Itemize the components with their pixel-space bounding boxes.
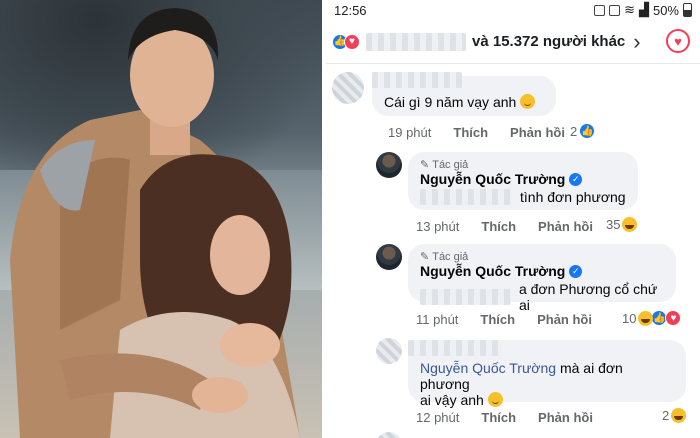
haha-reaction-icon xyxy=(638,310,654,326)
reaction-count[interactable]: 10 👍 ♥ xyxy=(622,310,682,326)
comment-actions: 13 phút Thích Phản hồi xyxy=(416,219,593,234)
comment-time: 11 phút xyxy=(416,312,459,327)
comment-text-line-2: ai vậy anh xyxy=(420,392,484,408)
comment-text: Cái gì 9 năm vạy anh xyxy=(384,94,517,110)
like-link[interactable]: Thích xyxy=(480,312,515,327)
phone-status-bar: 12:56 ≋ ▟ 50% xyxy=(326,0,700,20)
blurred-commenter-name xyxy=(372,72,462,88)
status-icons: ≋ ▟ 50% xyxy=(594,2,692,18)
mention-link[interactable]: Nguyễn Quốc Trường xyxy=(420,360,556,376)
reply-link[interactable]: Phản hồi xyxy=(538,410,593,425)
reaction-count[interactable]: 2 👍 xyxy=(570,123,596,139)
reaction-count-number: 2 xyxy=(662,408,670,423)
wifi-icon: ≋ xyxy=(624,2,635,17)
reply-bubble: ✎ Tác giả Nguyễn Quốc Trường ✓ a đơn Phươn… xyxy=(408,244,676,313)
status-time: 12:56 xyxy=(334,2,367,18)
reply-bubble: Nguyễn Quốc Trường mà ai đơn phương ai v… xyxy=(408,340,686,408)
author-name-text: Nguyễn Quốc Trường xyxy=(420,263,566,279)
pencil-icon: ✎ xyxy=(420,251,430,263)
comment-time: 12 phút xyxy=(416,410,460,425)
haha-reaction-icon xyxy=(671,408,687,423)
comment-actions: 11 phút Thích Phản hồi xyxy=(416,312,592,327)
smile-emoji-icon xyxy=(520,94,536,109)
avatar[interactable] xyxy=(376,338,402,364)
like-link[interactable]: Thích xyxy=(481,410,516,425)
reaction-count[interactable]: 35 xyxy=(606,217,638,232)
like-link[interactable]: Thích xyxy=(481,219,516,234)
love-button[interactable]: ♥ xyxy=(666,29,690,53)
battery-icon xyxy=(683,3,692,17)
love-reaction-icon: ♥ xyxy=(344,33,360,50)
reply-link[interactable]: Phản hồi xyxy=(537,312,592,327)
haha-reaction-icon xyxy=(622,217,638,232)
like-link[interactable]: Thích xyxy=(453,125,488,140)
author-tag: ✎ Tác giả xyxy=(420,158,626,172)
reply-link[interactable]: Phản hồi xyxy=(538,219,593,234)
avatar[interactable] xyxy=(332,72,364,104)
like-reaction-icon: 👍 xyxy=(579,123,596,139)
author-avatar[interactable] xyxy=(376,244,402,270)
author-avatar[interactable] xyxy=(376,152,402,178)
reaction-count-number: 10 xyxy=(622,310,637,326)
blurred-commenter-name xyxy=(408,340,502,356)
comment-actions: 19 phút Thích Phản hồi xyxy=(388,125,565,140)
notification-icon-2 xyxy=(609,4,621,16)
comment-bubble: Cái gì 9 năm vạy anh xyxy=(372,72,556,116)
author-name-text: Nguyễn Quốc Trường xyxy=(420,171,566,187)
love-reaction-icon: ♥ xyxy=(665,310,682,326)
blurred-mention xyxy=(420,289,511,305)
smile-emoji-icon xyxy=(487,392,503,407)
reply-text: tình đơn phương xyxy=(520,189,626,205)
reply-bubble: ✎ Tác giả Nguyễn Quốc Trường ✓ tình đơn ph… xyxy=(408,152,638,210)
couple-photo xyxy=(0,0,322,438)
signal-icon: ▟ xyxy=(638,2,649,17)
author-tag-label: Tác giả xyxy=(432,158,469,171)
reaction-count-number: 35 xyxy=(606,217,621,232)
chevron-right-icon[interactable]: › xyxy=(633,29,640,55)
author-name[interactable]: Nguyễn Quốc Trường ✓ xyxy=(420,263,664,279)
reactions-others-text: và 15.372 người khác xyxy=(472,33,626,50)
verified-badge-icon: ✓ xyxy=(569,172,583,186)
reply-text: a đơn Phương cổ chứ ai xyxy=(518,281,658,313)
avatar[interactable] xyxy=(376,432,402,438)
reaction-count[interactable]: 2 xyxy=(662,408,687,423)
comment-actions: 12 phút Thích Phản hồi xyxy=(416,410,593,425)
comment-time: 13 phút xyxy=(416,219,460,234)
blurred-names xyxy=(366,32,466,51)
author-tag-label: Tác giả xyxy=(432,250,469,263)
notification-icon xyxy=(594,4,606,16)
blurred-mention xyxy=(420,189,512,205)
reply-link[interactable]: Phản hồi xyxy=(510,125,565,140)
verified-badge-icon: ✓ xyxy=(569,264,583,278)
pencil-icon: ✎ xyxy=(420,159,430,171)
couple-illustration xyxy=(10,8,300,438)
author-name[interactable]: Nguyễn Quốc Trường ✓ xyxy=(420,171,626,187)
comment-time: 19 phút xyxy=(388,125,432,140)
reaction-count-number: 2 xyxy=(570,123,578,139)
author-tag: ✎ Tác giả xyxy=(420,250,664,264)
battery-percent: 50% xyxy=(652,2,679,18)
facebook-comments-panel: 12:56 ≋ ▟ 50% 👍 ♥ và 15.372 người khác ›… xyxy=(326,0,700,438)
reactions-summary[interactable]: 👍 ♥ và 15.372 người khác › xyxy=(326,20,700,64)
